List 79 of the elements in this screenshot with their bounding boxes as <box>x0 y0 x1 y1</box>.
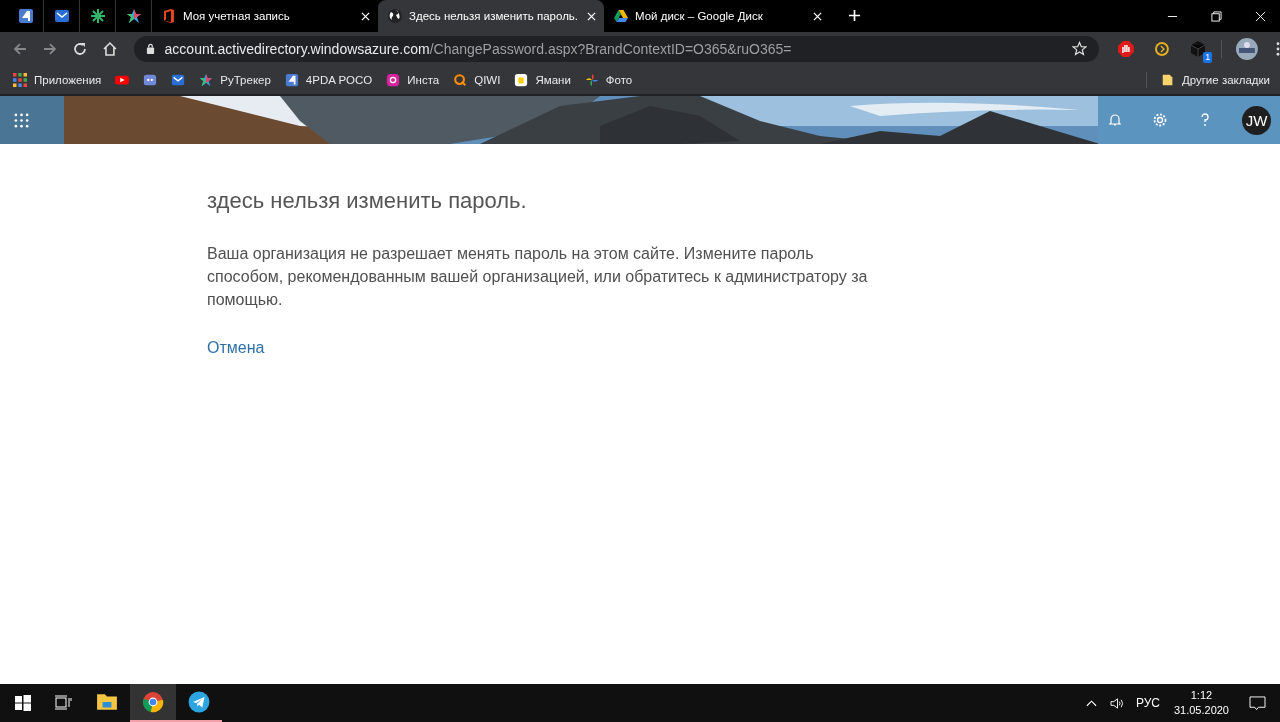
four-icon <box>284 72 299 87</box>
speaker-icon[interactable] <box>1108 696 1126 710</box>
close-icon[interactable] <box>587 11 596 21</box>
cancel-link[interactable]: Отмена <box>207 339 265 357</box>
bookmark[interactable]: Ямани <box>514 72 571 87</box>
q-icon <box>453 72 468 87</box>
chrome-icon <box>142 691 164 713</box>
paper-plane-icon <box>188 691 210 713</box>
close-icon[interactable] <box>361 11 370 21</box>
bookmark[interactable]: Другие закладки <box>1160 72 1270 87</box>
bookmark-label: Приложения <box>34 73 102 86</box>
restore-icon[interactable] <box>1211 10 1222 22</box>
lock-icon <box>145 43 155 54</box>
chat-icon <box>143 72 158 87</box>
apps-grid-icon <box>13 72 27 87</box>
camera-icon <box>386 72 401 87</box>
bell-icon[interactable] <box>1107 112 1123 128</box>
bookmark[interactable]: Фото <box>584 72 633 87</box>
browser-tab[interactable]: Моя учетная запись <box>152 0 378 32</box>
windows-start-icon[interactable] <box>15 695 31 711</box>
forward-icon[interactable] <box>41 40 58 57</box>
notifications-icon[interactable] <box>1249 695 1266 711</box>
bookmark[interactable]: QIWI <box>453 72 501 87</box>
page-title: здесь нельзя изменить пароль. <box>207 188 528 214</box>
bookmark-label: Инста <box>407 73 440 86</box>
wallet-icon <box>514 72 529 87</box>
mail-icon <box>171 72 186 87</box>
folder-icon <box>1160 72 1175 87</box>
bookmark-label: 4PDA POCO <box>305 73 373 86</box>
globe-icon <box>387 8 403 24</box>
extension-icon[interactable] <box>1153 39 1172 58</box>
bookmark-label: РуТрекер <box>220 73 271 86</box>
star-icon <box>89 8 106 24</box>
star-icon <box>199 72 214 87</box>
language-indicator[interactable]: РУС <box>1135 696 1160 710</box>
reload-icon[interactable] <box>71 40 88 57</box>
chevron-up-icon[interactable] <box>1085 699 1097 707</box>
tab-title: Мой диск – Google Диск <box>635 10 764 22</box>
close-icon[interactable] <box>1255 10 1266 22</box>
close-icon[interactable] <box>813 11 822 21</box>
drive-icon <box>613 8 629 24</box>
adblock-icon[interactable] <box>1117 39 1136 58</box>
bookmark[interactable]: РуТрекер <box>199 72 271 87</box>
address-bar[interactable]: account.activedirectory.windowsazure.com/ChangePassword.aspx?BrandContextID=O365&ruO365= <box>133 35 1100 62</box>
folder-icon <box>96 691 118 713</box>
tab-title: Моя учетная запись <box>183 10 291 22</box>
app-launcher-icon[interactable] <box>14 112 29 128</box>
bookmark[interactable] <box>143 72 158 87</box>
url-text: account.activedirectory.windowsazure.com/ChangePassword.aspx?BrandContextID=O365&ruO365= <box>164 40 793 57</box>
bookmark-label: QIWI <box>474 73 501 86</box>
four-icon <box>17 8 34 24</box>
extension-badge: 1 <box>1203 51 1213 63</box>
bookmark-label: Другие закладки <box>1181 73 1270 86</box>
bookmark[interactable]: Инста <box>386 72 440 87</box>
bookmark[interactable]: 4PDA POCO <box>284 72 373 87</box>
mail-icon <box>53 8 70 24</box>
bookmark[interactable] <box>171 72 186 87</box>
bookmark-label: Фото <box>605 73 633 86</box>
browser-tab[interactable]: Здесь нельзя изменить пароль. <box>378 0 604 32</box>
error-message: Ваша организация не разрешает менять пароль на этом сайте. Измените пароль способом, рекомендованным вашей организацией, или обратитесь к администратору за помощью. <box>207 244 869 310</box>
cube-icon[interactable] <box>1189 39 1208 58</box>
pinwheel-icon <box>584 72 599 87</box>
star-icon <box>125 8 142 24</box>
taskbar-app[interactable] <box>130 684 176 722</box>
clock[interactable]: 1:12 31.05.2020 <box>1173 688 1229 718</box>
office-icon <box>161 8 177 24</box>
menu-icon[interactable] <box>1276 41 1280 56</box>
new-tab-icon[interactable] <box>848 9 861 22</box>
bookmark-star-icon[interactable] <box>1072 41 1088 56</box>
settings-icon[interactable] <box>1152 112 1168 128</box>
clock-time: 1:12 <box>1190 688 1213 703</box>
tab-title: Здесь нельзя изменить пароль. <box>409 10 580 22</box>
browser-tab[interactable]: Мой диск – Google Диск <box>604 0 830 32</box>
bookmark[interactable]: Приложения <box>13 72 102 87</box>
clock-date: 31.05.2020 <box>1173 703 1229 718</box>
task-view-icon[interactable] <box>54 695 72 711</box>
bookmark-label: Ямани <box>535 73 571 86</box>
home-icon[interactable] <box>101 40 118 57</box>
profile-avatar[interactable] <box>1236 37 1258 60</box>
